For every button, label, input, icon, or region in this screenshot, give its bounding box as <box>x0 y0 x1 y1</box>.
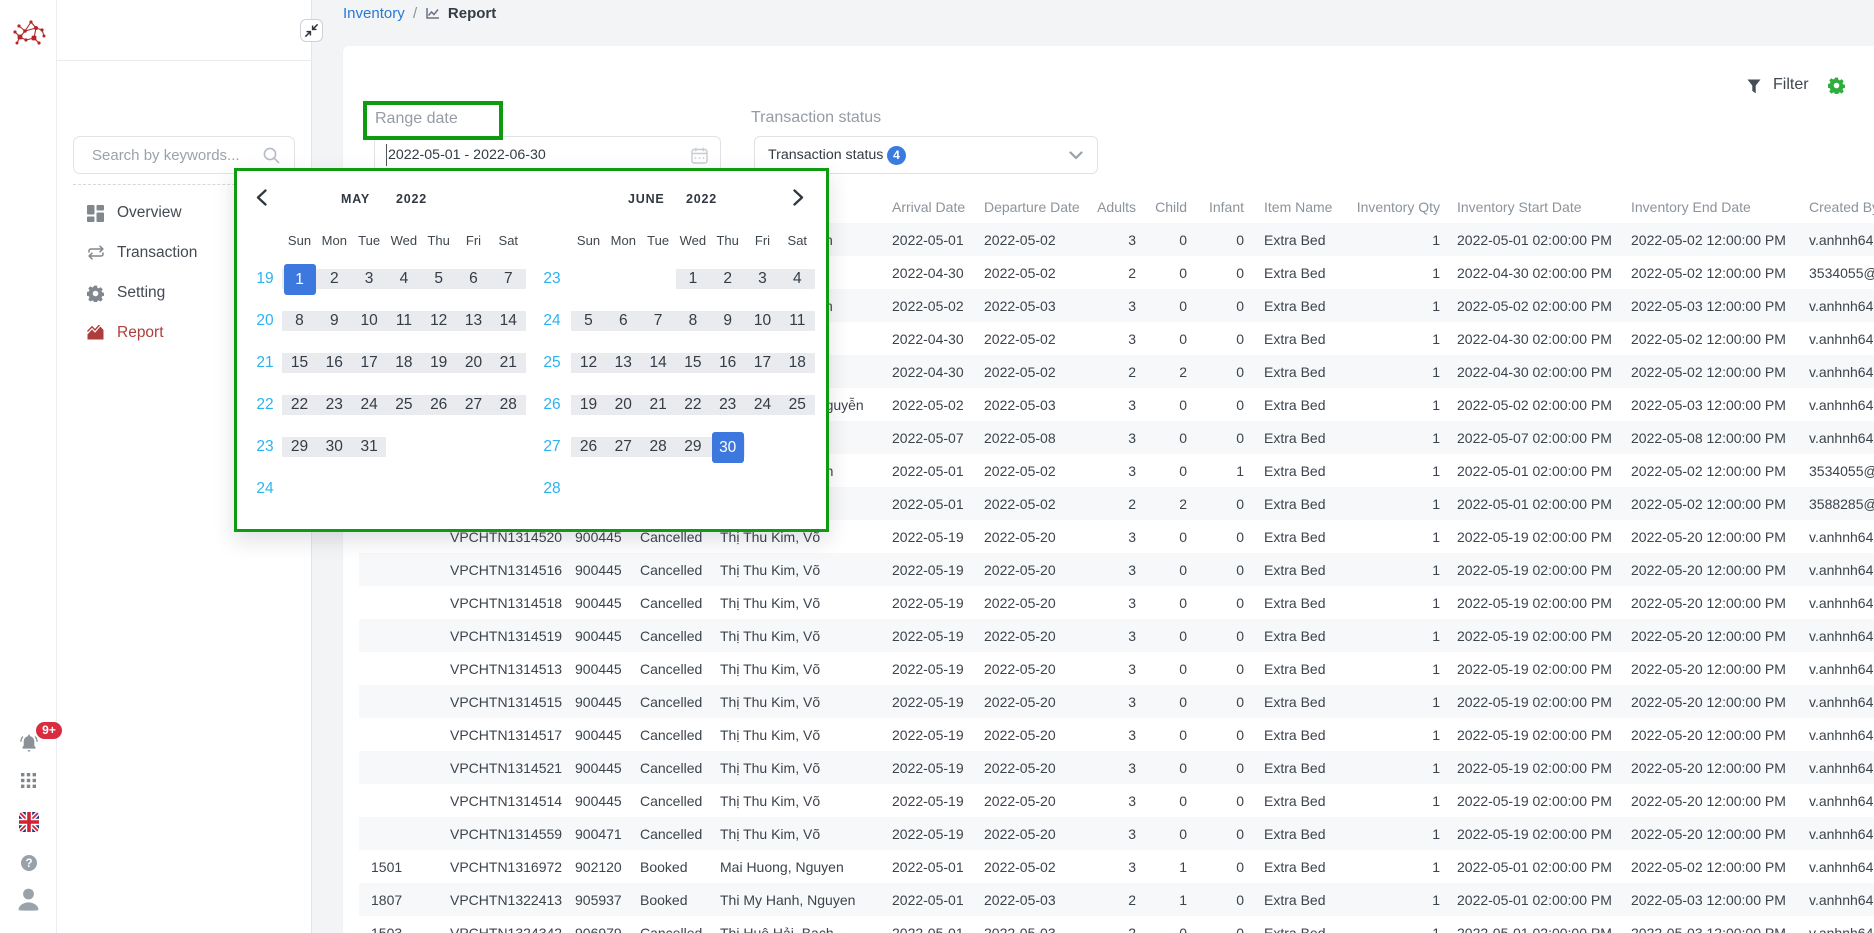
svg-text:?: ? <box>25 858 32 870</box>
